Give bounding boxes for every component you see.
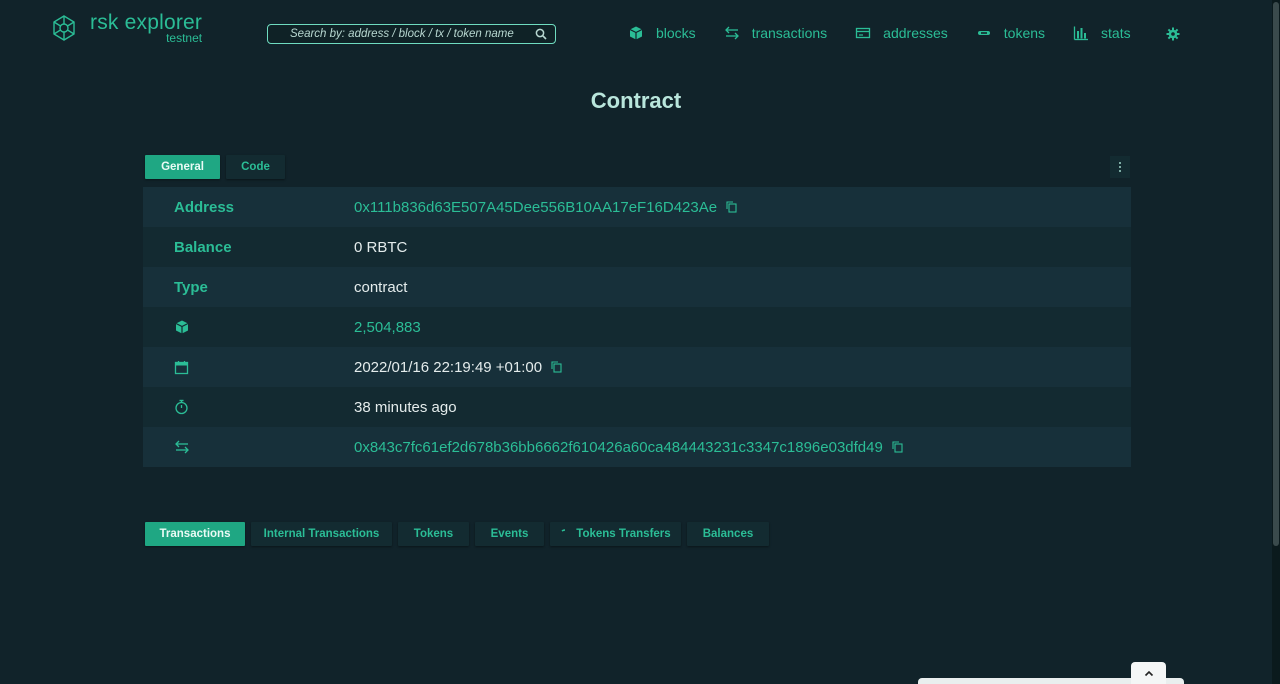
header: rsk explorer testnet blocks xyxy=(0,0,1272,64)
scrollbar[interactable] xyxy=(1272,0,1280,684)
cube-icon xyxy=(629,26,643,40)
cube-icon xyxy=(175,320,189,334)
date-value: 2022/01/16 22:19:49 +01:00 xyxy=(354,358,543,376)
bar-chart-icon xyxy=(1073,26,1089,41)
tab-tokens-transfers[interactable]: Tokens Transfers xyxy=(550,522,681,546)
search-icon[interactable] xyxy=(535,28,547,40)
type-value: contract xyxy=(354,278,408,296)
detail-tabs: General Code xyxy=(145,155,291,179)
dot-icon xyxy=(1119,166,1121,168)
search-box[interactable] xyxy=(267,24,556,44)
nav-tokens-label: tokens xyxy=(1003,25,1046,41)
nav-stats[interactable]: stats xyxy=(1073,25,1131,41)
tab-balances[interactable]: Balances xyxy=(687,522,769,546)
tab-code[interactable]: Code xyxy=(226,155,285,179)
nav-stats-label: stats xyxy=(1101,25,1131,41)
detail-row-age: 38 minutes ago xyxy=(143,387,1131,427)
address-link[interactable]: 0x111b836d63E507A45Dee556B10AA17eF16D423… xyxy=(354,199,717,216)
contract-details: Address 0x111b836d63E507A45Dee556B10AA17… xyxy=(143,187,1131,467)
transfer-arrows-icon xyxy=(175,440,189,454)
tab-general[interactable]: General xyxy=(145,155,220,179)
transfer-arrows-icon xyxy=(724,26,739,40)
nav-addresses-label: addresses xyxy=(883,25,948,41)
balance-value: 0 RBTC xyxy=(354,238,408,256)
tab-transactions[interactable]: Transactions xyxy=(145,522,245,546)
detail-row-tx: 0x843c7fc61ef2d678b36bb6662f610426a60ca4… xyxy=(143,427,1131,467)
tab-internal-transactions[interactable]: Internal Transactions xyxy=(251,522,392,546)
token-icon xyxy=(977,31,990,35)
nav-blocks-label: blocks xyxy=(656,25,696,41)
more-options-button[interactable] xyxy=(1110,156,1130,178)
rsk-logo-icon xyxy=(53,14,75,41)
tab-events[interactable]: Events xyxy=(475,522,544,546)
scroll-top-button[interactable] xyxy=(1131,662,1166,684)
age-value: 38 minutes ago xyxy=(354,398,457,416)
network-label: testnet xyxy=(166,31,203,45)
nav-addresses[interactable]: addresses xyxy=(855,25,948,41)
block-number-link[interactable]: 2,504,883 xyxy=(354,319,421,336)
copy-icon[interactable] xyxy=(551,361,562,373)
type-label: Type xyxy=(174,278,208,296)
nav-tokens[interactable]: tokens xyxy=(976,25,1045,41)
address-label: Address xyxy=(174,198,235,216)
creation-tx-link[interactable]: 0x843c7fc61ef2d678b36bb6662f610426a60ca4… xyxy=(354,439,883,456)
calendar-icon xyxy=(174,360,189,374)
wallet-icon xyxy=(856,27,871,39)
balance-label: Balance xyxy=(174,238,232,256)
detail-row-block: 2,504,883 xyxy=(143,307,1131,347)
activity-tabs: Transactions Internal Transactions Token… xyxy=(145,522,775,546)
detail-row-balance: Balance 0 RBTC xyxy=(143,227,1131,267)
detail-row-date: 2022/01/16 22:19:49 +01:00 xyxy=(143,347,1131,387)
nav-transactions-label: transactions xyxy=(751,25,828,41)
copy-icon[interactable] xyxy=(726,201,737,213)
settings-gear-icon[interactable] xyxy=(1166,27,1180,41)
tab-tokens[interactable]: Tokens xyxy=(398,522,469,546)
page-title: Contract xyxy=(590,88,682,113)
stopwatch-icon xyxy=(175,399,188,415)
loading-spinner-icon xyxy=(561,529,566,532)
search-input[interactable] xyxy=(290,28,535,40)
nav-transactions[interactable]: transactions xyxy=(724,25,827,41)
main-nav: blocks transactions addresses tokens sta… xyxy=(628,25,1159,41)
chevron-up-icon xyxy=(1144,670,1153,676)
detail-row-address: Address 0x111b836d63E507A45Dee556B10AA17… xyxy=(143,187,1131,227)
dot-icon xyxy=(1119,170,1121,172)
detail-row-type: Type contract xyxy=(143,267,1131,307)
dot-icon xyxy=(1119,162,1121,164)
nav-blocks[interactable]: blocks xyxy=(628,25,696,41)
scrollbar-thumb[interactable] xyxy=(1273,2,1279,546)
tab-tokens-transfers-label: Tokens Transfers xyxy=(576,528,671,540)
copy-icon[interactable] xyxy=(892,441,903,453)
brand-logo[interactable]: rsk explorer testnet xyxy=(50,12,203,45)
